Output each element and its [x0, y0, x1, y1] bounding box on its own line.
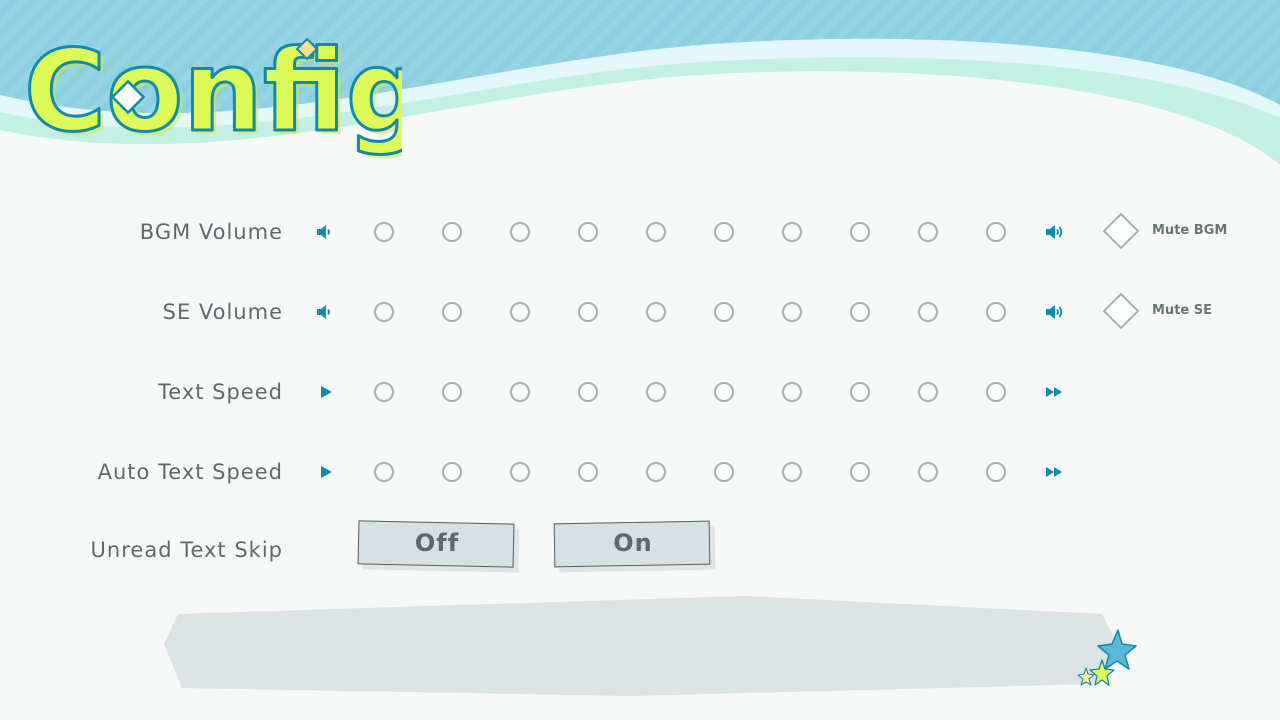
- se-volume-step-7[interactable]: [782, 302, 802, 322]
- skip-on-label: On: [613, 529, 653, 557]
- auto-text-speed-step-7[interactable]: [782, 462, 802, 482]
- text-speed-step-1[interactable]: [374, 382, 394, 402]
- se-volume-step-5[interactable]: [646, 302, 666, 322]
- auto-text-speed-step-2[interactable]: [442, 462, 462, 482]
- text-speed-step-5[interactable]: [646, 382, 666, 402]
- text-speed-step-10[interactable]: [986, 382, 1006, 402]
- mute-bgm-toggle[interactable]: Mute BGM: [1102, 212, 1262, 252]
- auto-text-speed-step-3[interactable]: [510, 462, 530, 482]
- se-volume-row: SE Volume Mute SE: [0, 292, 1280, 332]
- auto-text-speed-step-8[interactable]: [850, 462, 870, 482]
- se-volume-step-6[interactable]: [714, 302, 734, 322]
- auto-text-speed-step-6[interactable]: [714, 462, 734, 482]
- speaker-high-icon[interactable]: [1044, 302, 1064, 322]
- se-volume-step-8[interactable]: [850, 302, 870, 322]
- bgm-volume-step-6[interactable]: [714, 222, 734, 242]
- mute-se-label: Mute SE: [1152, 303, 1212, 318]
- bgm-volume-step-5[interactable]: [646, 222, 666, 242]
- mute-se-checkbox[interactable]: [1102, 292, 1140, 330]
- auto-text-speed-step-4[interactable]: [578, 462, 598, 482]
- unread-text-skip-label: Unread Text Skip: [90, 538, 283, 562]
- stars-decoration: [1077, 629, 1137, 686]
- mute-bgm-checkbox[interactable]: [1102, 212, 1140, 250]
- speaker-low-icon[interactable]: [314, 222, 334, 242]
- bgm-volume-step-1[interactable]: [374, 222, 394, 242]
- fast-forward-icon[interactable]: [1044, 462, 1064, 482]
- se-volume-step-10[interactable]: [986, 302, 1006, 322]
- play-icon[interactable]: [316, 462, 336, 482]
- se-volume-step-2[interactable]: [442, 302, 462, 322]
- unread-text-skip-row: Unread Text Skip Off On: [0, 520, 1280, 582]
- text-speed-step-2[interactable]: [442, 382, 462, 402]
- fast-forward-icon[interactable]: [1044, 382, 1064, 402]
- skip-off-button[interactable]: Off: [357, 520, 520, 573]
- mute-se-toggle[interactable]: Mute SE: [1102, 292, 1262, 332]
- skip-off-label: Off: [414, 529, 460, 557]
- auto-text-speed-row: Auto Text Speed: [0, 452, 1280, 492]
- auto-text-speed-step-1[interactable]: [374, 462, 394, 482]
- speaker-low-icon[interactable]: [314, 302, 334, 322]
- bgm-volume-step-10[interactable]: [986, 222, 1006, 242]
- text-speed-step-6[interactable]: [714, 382, 734, 402]
- se-volume-label: SE Volume: [162, 300, 283, 324]
- bgm-volume-step-9[interactable]: [918, 222, 938, 242]
- skip-on-button[interactable]: On: [553, 520, 716, 573]
- bgm-volume-step-8[interactable]: [850, 222, 870, 242]
- text-speed-step-7[interactable]: [782, 382, 802, 402]
- se-volume-step-1[interactable]: [374, 302, 394, 322]
- auto-text-speed-step-10[interactable]: [986, 462, 1006, 482]
- play-icon[interactable]: [316, 382, 336, 402]
- config-title-logo: Config Config: [23, 30, 403, 161]
- bgm-volume-step-7[interactable]: [782, 222, 802, 242]
- bgm-volume-step-4[interactable]: [578, 222, 598, 242]
- speaker-high-icon[interactable]: [1044, 222, 1064, 242]
- bgm-volume-row: BGM Volume Mute BGM: [0, 212, 1280, 252]
- text-speed-step-3[interactable]: [510, 382, 530, 402]
- bgm-volume-step-3[interactable]: [510, 222, 530, 242]
- auto-text-speed-step-9[interactable]: [918, 462, 938, 482]
- se-volume-step-3[interactable]: [510, 302, 530, 322]
- page-title: Config: [24, 30, 402, 157]
- text-speed-step-4[interactable]: [578, 382, 598, 402]
- se-volume-step-4[interactable]: [578, 302, 598, 322]
- se-volume-step-9[interactable]: [918, 302, 938, 322]
- mute-bgm-label: Mute BGM: [1152, 223, 1228, 238]
- message-box: [164, 596, 1118, 696]
- text-speed-step-9[interactable]: [918, 382, 938, 402]
- auto-text-speed-step-5[interactable]: [646, 462, 666, 482]
- auto-text-speed-label: Auto Text Speed: [97, 460, 283, 484]
- bgm-volume-label: BGM Volume: [139, 220, 283, 244]
- bgm-volume-step-2[interactable]: [442, 222, 462, 242]
- text-speed-label: Text Speed: [158, 380, 283, 404]
- text-speed-row: Text Speed: [0, 372, 1280, 412]
- text-speed-step-8[interactable]: [850, 382, 870, 402]
